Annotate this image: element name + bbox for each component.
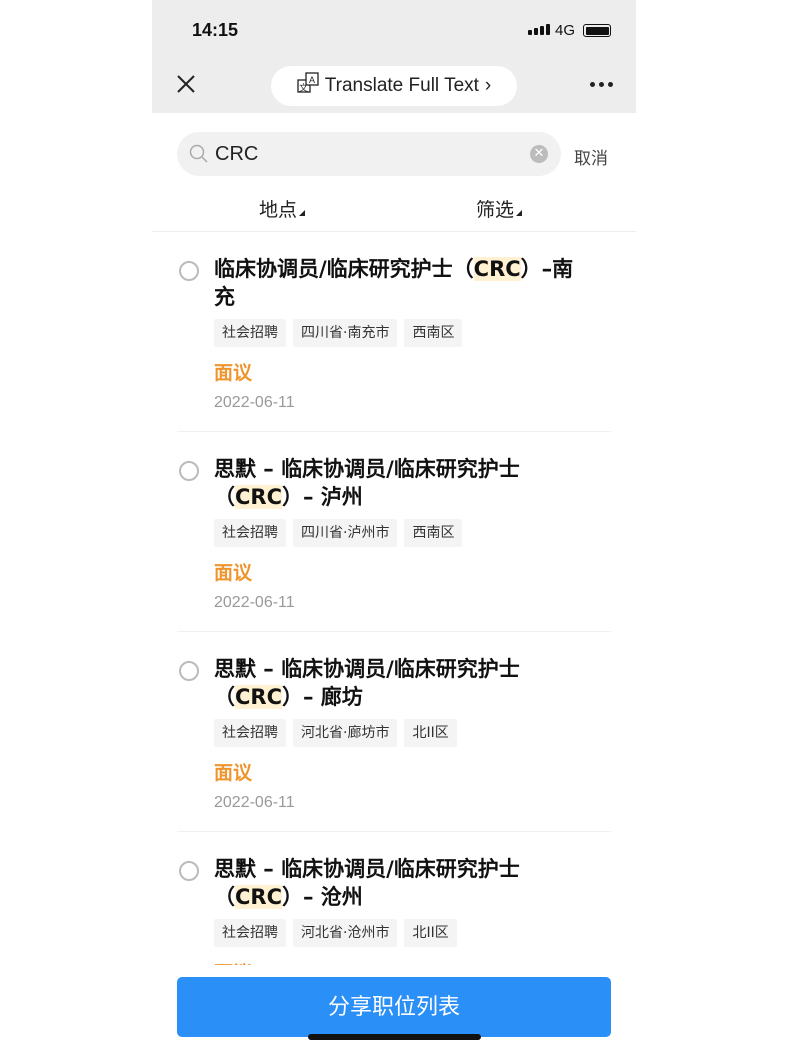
- job-item[interactable]: 临床协调员/临床研究护士（CRC）–南充 社会招聘 四川省·南充市 西南区 面议 2…: [177, 232, 611, 432]
- tag-list: 社会招聘 四川省·南充市 西南区: [214, 319, 463, 347]
- tag: 社会招聘: [214, 519, 286, 547]
- svg-text:A: A: [309, 75, 315, 85]
- title-highlight: CRC: [235, 885, 282, 909]
- title-highlight: CRC: [235, 485, 282, 509]
- share-job-list-button[interactable]: 分享职位列表: [177, 977, 611, 1037]
- job-item[interactable]: 思默 – 临床协调员/临床研究护士（CRC）– 泸州 社会招聘 四川省·泸州市 西南…: [177, 432, 611, 632]
- more-icon[interactable]: [590, 82, 613, 87]
- caret-icon: [516, 210, 523, 216]
- status-time: 14:15: [192, 20, 239, 40]
- tag: 四川省·南充市: [293, 319, 398, 347]
- title-highlight: CRC: [473, 257, 521, 281]
- tag: 西南区: [404, 319, 463, 347]
- title-text: ）– 沧州: [282, 885, 363, 909]
- search-icon: [189, 144, 209, 168]
- post-date: 2022-06-11: [214, 594, 295, 611]
- job-item[interactable]: 思默 – 临床协调员/临床研究护士（CRC）– 廊坊 社会招聘 河北省·廊坊市 北I…: [177, 632, 611, 832]
- job-title: 临床协调员/临床研究护士（CRC）–南充: [214, 255, 574, 311]
- phone-screen: 14:15 4G A文 Translate Full Text › ✕ 取消 地…: [152, 0, 636, 1051]
- clear-icon[interactable]: ✕: [530, 145, 548, 163]
- filter-location-label: 地点: [259, 199, 298, 221]
- tag: 社会招聘: [214, 319, 286, 347]
- job-title: 思默 – 临床协调员/临床研究护士（CRC）– 沧州: [214, 855, 574, 911]
- select-radio[interactable]: [179, 861, 199, 881]
- tag: 河北省·沧州市: [293, 919, 398, 947]
- tag-list: 社会招聘 四川省·泸州市 西南区: [214, 519, 463, 547]
- post-date: 2022-06-11: [214, 394, 295, 411]
- search-input[interactable]: [215, 132, 515, 176]
- select-radio[interactable]: [179, 661, 199, 681]
- title-highlight: CRC: [235, 685, 282, 709]
- title-text: ）– 泸州: [282, 485, 363, 509]
- salary: 面议: [214, 958, 252, 965]
- svg-text:文: 文: [299, 82, 308, 93]
- battery-icon: [583, 24, 611, 37]
- salary: 面议: [214, 762, 253, 784]
- translate-icon: A文: [297, 72, 319, 100]
- search-bar: ✕: [177, 132, 561, 176]
- post-date: 2022-06-11: [214, 794, 295, 811]
- filter-location[interactable]: 地点: [259, 195, 306, 222]
- translate-label: Translate Full Text: [324, 75, 479, 96]
- caret-icon: [299, 210, 306, 216]
- cancel-button[interactable]: 取消: [574, 144, 608, 169]
- title-text: ）– 廊坊: [282, 685, 363, 709]
- job-title: 思默 – 临床协调员/临床研究护士（CRC）– 泸州: [214, 455, 574, 511]
- home-indicator: [308, 1034, 481, 1040]
- filter-screen-label: 筛选: [476, 199, 515, 221]
- salary: 面议: [214, 362, 253, 384]
- select-radio[interactable]: [179, 461, 199, 481]
- close-icon[interactable]: [174, 72, 198, 96]
- network-label: 4G: [555, 22, 576, 39]
- job-list: 临床协调员/临床研究护士（CRC）–南充 社会招聘 四川省·南充市 西南区 面议 2…: [152, 232, 636, 965]
- tag-list: 社会招聘 河北省·沧州市 北II区: [214, 919, 457, 947]
- tag: 西南区: [404, 519, 463, 547]
- tag: 社会招聘: [214, 919, 286, 947]
- job-title: 思默 – 临床协调员/临床研究护士（CRC）– 廊坊: [214, 655, 574, 711]
- translate-button[interactable]: A文 Translate Full Text ›: [271, 66, 517, 106]
- signal-icon: [528, 24, 550, 35]
- tag: 北II区: [404, 919, 457, 947]
- title-text: 临床协调员/临床研究护士（: [214, 257, 474, 281]
- select-radio[interactable]: [179, 261, 199, 281]
- filter-screen[interactable]: 筛选: [476, 195, 523, 222]
- tag: 四川省·泸州市: [293, 519, 398, 547]
- tag: 河北省·廊坊市: [293, 719, 398, 747]
- tag: 北II区: [404, 719, 457, 747]
- top-bar: 14:15 4G A文 Translate Full Text ›: [152, 0, 636, 113]
- chevron-right-icon: ›: [484, 75, 492, 96]
- tag: 社会招聘: [214, 719, 286, 747]
- salary: 面议: [214, 562, 253, 584]
- job-item[interactable]: 思默 – 临床协调员/临床研究护士（CRC）– 沧州 社会招聘 河北省·沧州市 北I…: [177, 832, 611, 965]
- tag-list: 社会招聘 河北省·廊坊市 北II区: [214, 719, 457, 747]
